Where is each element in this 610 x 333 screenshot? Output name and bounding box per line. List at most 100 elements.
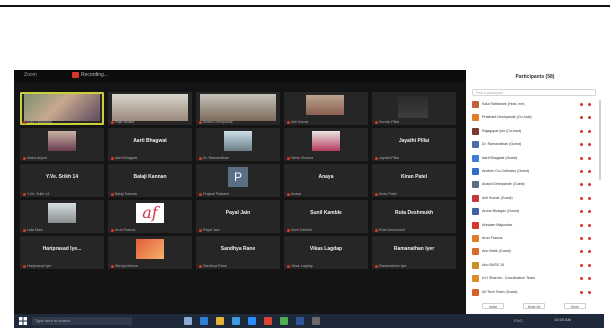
participant-video-tile[interactable]: Balaji Kannan Balaji Kannan [108, 164, 192, 197]
mic-muted-icon[interactable] [580, 223, 583, 227]
mic-muted-icon[interactable] [580, 290, 583, 294]
zoom-app-icon[interactable] [248, 317, 256, 325]
participant-row[interactable]: Arun Francis [472, 234, 598, 243]
video-off-icon[interactable] [588, 250, 591, 254]
participant-video-tile[interactable]: Kala Rathanam [20, 92, 104, 125]
mic-muted-icon [287, 192, 290, 196]
participant-row[interactable]: Anand Deshpande (Guest) [472, 180, 598, 189]
video-off-icon[interactable] [588, 156, 591, 160]
participant-name: Arun Francis [482, 236, 503, 240]
participant-row[interactable]: Anu Malik (Guest) [472, 247, 598, 256]
participant-video-tile[interactable]: Anaya Anaya [284, 164, 368, 197]
video-off-icon[interactable] [588, 237, 591, 240]
participant-video-tile[interactable]: Nazia Anjum [20, 128, 104, 161]
language-indicator[interactable]: ENG [514, 318, 523, 323]
tile-display-name: Ruta Deshmukh [394, 210, 434, 216]
video-off-icon[interactable] [588, 263, 591, 267]
participant-video-tile[interactable]: Aarti Bhagwat Aarti Bhagwat [108, 128, 192, 161]
tile-footer-text: Nazia Anjum [27, 156, 48, 160]
participant-row[interactable]: Rajagopal Iyer (Co-host) [472, 127, 598, 136]
taskbar-search-input[interactable]: Type here to search [32, 317, 132, 325]
office-app-icon[interactable] [264, 317, 272, 325]
mic-muted-icon[interactable] [580, 143, 583, 147]
video-off-icon[interactable] [588, 290, 591, 294]
participant-video-tile[interactable]: Dr. Ramanathan [196, 128, 280, 161]
mic-muted-icon[interactable] [580, 263, 583, 267]
participant-video-tile[interactable]: Kiran Patel Kiran Patel [372, 164, 456, 197]
mic-muted-icon[interactable] [580, 277, 583, 281]
participant-row[interactable]: A.H Sharma - Coordination Team [472, 274, 598, 283]
participant-row[interactable]: AV.Tech Team (Guest) [472, 288, 598, 297]
video-off-icon[interactable] [588, 116, 591, 120]
mic-muted-icon [111, 120, 114, 124]
participant-row[interactable]: Aruna Bhargav (Guest) [472, 207, 598, 216]
video-off-icon[interactable] [588, 170, 591, 173]
participant-video-tile[interactable]: Y.Ve. Srikh 14 Y.Ve. Srikh 14 [20, 164, 104, 197]
participant-video-tile[interactable]: Sandhya Rane Sandhya Rane [196, 236, 280, 269]
participant-row[interactable]: Kala Rathanam (Host, me) [472, 100, 598, 109]
video-off-icon[interactable] [588, 143, 591, 147]
participant-video-tile[interactable]: Rajiv Bhatia [108, 92, 192, 125]
mic-muted-icon[interactable] [580, 116, 583, 120]
video-off-icon[interactable] [588, 210, 591, 214]
participant-video-tile[interactable]: Anil Kumar [284, 92, 368, 125]
mic-muted-icon[interactable] [580, 210, 583, 214]
participant-video-tile[interactable]: Lata Mani [20, 200, 104, 233]
mic-muted-icon[interactable] [580, 103, 583, 106]
participant-video-tile[interactable]: Anand Deshpande [196, 92, 280, 125]
participants-panel: Participants (58) Find a participant Kal… [466, 70, 604, 314]
participant-row[interactable]: Prashant Deshpande (Co-host) [472, 113, 598, 122]
mic-muted-icon[interactable] [580, 156, 583, 160]
participant-row[interactable]: Andheri Co-Ordinator (Guest) [472, 167, 598, 176]
participant-row[interactable]: Dr. Ramanathan (Guest) [472, 140, 598, 149]
participant-video-tile[interactable]: Vikas Lagdap Vikas Lagdap [284, 236, 368, 269]
participant-search-input[interactable]: Find a participant [472, 89, 596, 96]
mic-muted-icon[interactable] [580, 196, 583, 200]
participant-video-tile[interactable]: Sunil Kamble Sunil Kamble [284, 200, 368, 233]
mic-muted-icon[interactable] [580, 237, 583, 240]
invite-button[interactable]: Invite [482, 303, 504, 309]
settings-app-icon[interactable] [312, 317, 320, 325]
participant-row[interactable]: Aarti Bhagwat (Guest) [472, 154, 598, 163]
file-explorer-icon[interactable] [216, 317, 224, 325]
participant-row[interactable]: Anil Kumar (Guest) [472, 194, 598, 203]
participant-row[interactable]: Arindam Majumdar [472, 221, 598, 230]
recording-label: Recording... [81, 72, 108, 78]
tile-footer-text: Prajwal Prakash [203, 192, 229, 196]
participant-video-tile[interactable]: Hariprasad Iye... Hariprasad Iyer [20, 236, 104, 269]
tile-display-name: Jayathi Pillai [398, 138, 430, 144]
participant-video-tile[interactable]: Ruta Deshmukh Ruta Deshmukh [372, 200, 456, 233]
participant-video-tile[interactable]: P Prajwal Prakash [196, 164, 280, 197]
video-off-icon[interactable] [588, 277, 591, 281]
windows-start-icon[interactable] [19, 317, 27, 325]
more-button[interactable]: More [564, 303, 586, 309]
mic-muted-icon [287, 156, 290, 160]
video-off-icon[interactable] [588, 183, 591, 187]
participant-video-tile[interactable]: Jayathi Pillai Jayathi Pillai [372, 128, 456, 161]
mute-all-button[interactable]: Mute All [523, 303, 545, 309]
video-off-icon[interactable] [588, 196, 591, 200]
video-off-icon[interactable] [588, 103, 591, 106]
word-app-icon[interactable] [296, 317, 304, 325]
participant-video-tile[interactable]: af Arun Francis [108, 200, 192, 233]
mic-muted-icon[interactable] [580, 170, 583, 173]
participant-row[interactable]: Anu BASE 16 [472, 261, 598, 270]
participant-video-tile[interactable]: Payal Jain Payal Jain [196, 200, 280, 233]
video-off-icon[interactable] [588, 129, 591, 133]
task-view-icon[interactable] [184, 317, 192, 325]
taskbar-clock[interactable]: 10:25 AM [554, 317, 571, 322]
participant-video-tile[interactable]: Suresh Pillai [372, 92, 456, 125]
participant-video-tile[interactable]: Ramanathan Iyer Ramanathan Iyer [372, 236, 456, 269]
excel-app-icon[interactable] [280, 317, 288, 325]
mic-muted-icon[interactable] [580, 183, 583, 187]
mic-muted-icon[interactable] [580, 129, 583, 133]
store-icon[interactable] [232, 317, 240, 325]
mic-muted-icon[interactable] [580, 250, 583, 254]
video-feed [398, 96, 428, 118]
participant-video-tile[interactable]: Neha Sharma [284, 128, 368, 161]
edge-browser-icon[interactable] [200, 317, 208, 325]
video-off-icon[interactable] [588, 223, 591, 227]
participant-video-tile[interactable]: Shreya Menon [108, 236, 192, 269]
participant-name: AV.Tech Team (Guest) [482, 289, 518, 294]
participant-list-scrollbar[interactable] [599, 100, 601, 180]
